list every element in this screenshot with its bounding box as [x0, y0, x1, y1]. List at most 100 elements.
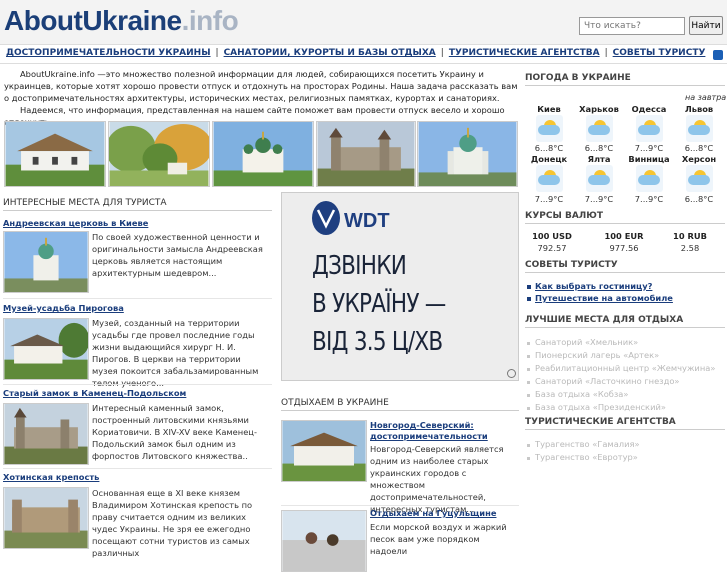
place-image-st-andrew[interactable]	[3, 231, 89, 293]
currency-value: 2.58	[680, 243, 700, 253]
divider	[525, 327, 725, 328]
partly-cloudy-icon	[686, 165, 713, 192]
photo-st-andrew-church[interactable]	[417, 121, 518, 187]
best-place-link[interactable]: Санаторий «Ласточкино гнездо»	[535, 376, 680, 386]
place-image-kamianets-castle[interactable]	[3, 403, 89, 465]
bullet-icon	[527, 444, 530, 447]
place-text: Музей, созданный на территории усадьбы г…	[92, 318, 259, 388]
divider	[3, 298, 272, 299]
place-title-khotyn-fortress[interactable]: Хотинская крепость	[3, 472, 99, 482]
rest-title-hutsul[interactable]: Отдыхаем на Гуцульщине	[370, 508, 496, 518]
place-text: Интересный каменный замок, построенный л…	[92, 403, 257, 461]
best-place-link[interactable]: База отдыха «Кобза»	[535, 389, 628, 399]
currency-value: 977.56	[609, 243, 639, 253]
ad-headline: В УКРАЇНУ —	[312, 289, 446, 319]
place-image-pirogov-museum[interactable]	[3, 318, 89, 380]
rest-title-novgorod[interactable]: Новгород-Северский: достопримечательност…	[370, 420, 510, 442]
weather-city: Ялта	[587, 154, 611, 164]
place-title-st-andrew[interactable]: Андреевская церковь в Киеве	[3, 218, 148, 228]
agencies-title: ТУРИСТИЧЕСКИЕ АГЕНТСТВА	[525, 417, 676, 427]
best-places-title: ЛУЧШИЕ МЕСТА ДЛЯ ОТДЫХА	[525, 315, 684, 325]
rest-section-title: ОТДЫХАЕМ В УКРАИНЕ	[281, 398, 519, 411]
rest-text: Если морской воздух и жаркий песок вам у…	[370, 522, 507, 556]
weather-temp: 6...8°C	[684, 194, 714, 204]
weather-temp: 7...9°C	[584, 194, 614, 204]
tip-link[interactable]: Как выбрать гостиницу?	[535, 281, 652, 291]
place-text: Основанная еще в XI веке князем Владимир…	[92, 488, 253, 558]
partly-cloudy-icon	[636, 165, 663, 192]
ad-headline: ДЗВІНКИ	[312, 251, 407, 281]
photo-monastery[interactable]	[212, 121, 314, 187]
currency-label: 10 RUB	[673, 231, 707, 241]
bullet-icon	[527, 394, 530, 397]
weather-city: Киев	[537, 104, 561, 114]
site-logo[interactable]: AboutUkraine.info	[4, 5, 239, 37]
weather-city: Винница	[628, 154, 670, 164]
partly-cloudy-icon	[586, 165, 613, 192]
currency-value: 792.57	[537, 243, 567, 253]
search-input[interactable]	[579, 17, 685, 35]
tip-link[interactable]: Путешествие на автомобиле	[535, 293, 673, 303]
nav-sanatoriums[interactable]: САНАТОРИИ, КУРОРТЫ И БАЗЫ ОТДЫХА	[224, 48, 436, 58]
rest-image-novgorod[interactable]	[281, 420, 367, 482]
divider	[525, 429, 725, 430]
weather-temp: 6...8°C	[584, 143, 614, 153]
weather-city: Львов	[684, 104, 714, 114]
currency-label: 100 USD	[532, 231, 572, 241]
best-place-link[interactable]: База отдыха «Президенский»	[535, 402, 666, 412]
weather-temp: 7...9°C	[534, 194, 564, 204]
best-place-link[interactable]: Реабилитационный центр «Жемчужина»	[535, 363, 715, 373]
partly-cloudy-icon	[686, 115, 713, 142]
divider	[525, 223, 725, 224]
partly-cloudy-icon	[586, 115, 613, 142]
places-section-title: ИНТЕРЕСНЫЕ МЕСТА ДЛЯ ТУРИСТА	[3, 198, 272, 211]
weather-temp: 6...8°C	[534, 143, 564, 153]
nav-sights[interactable]: ДОСТОПРИМЕЧАТЕЛЬНОСТИ УКРАИНЫ	[6, 48, 211, 58]
divider	[525, 85, 725, 86]
agency-link[interactable]: Турагенство «Гамалия»	[535, 439, 640, 449]
bullet-icon	[527, 342, 530, 345]
weather-tomorrow-label: на завтра	[685, 93, 727, 102]
place-title-kamianets-castle[interactable]: Старый замок в Каменец-Подольском	[3, 388, 186, 398]
partly-cloudy-icon	[536, 115, 563, 142]
currency-label: 100 EUR	[604, 231, 644, 241]
best-place-link[interactable]: Санаторий «Хмельник»	[535, 337, 638, 347]
divider	[3, 384, 272, 385]
weather-temp: 7...9°C	[634, 143, 664, 153]
weather-city: Херсон	[681, 154, 717, 164]
divider	[3, 468, 272, 469]
bullet-icon	[527, 355, 530, 358]
bullet-icon	[527, 457, 530, 460]
photo-strip	[4, 121, 519, 187]
ad-brand: WDT	[344, 210, 390, 232]
divider	[525, 272, 725, 273]
weather-city: Харьков	[579, 104, 619, 114]
place-title-pirogov-museum[interactable]: Музей-усадьба Пирогова	[3, 303, 124, 313]
partly-cloudy-icon	[536, 165, 563, 192]
place-text: По своей художественной ценности и ориги…	[92, 232, 263, 278]
currency-title: КУРСЫ ВАЛЮТ	[525, 211, 603, 221]
place-image-khotyn-fortress[interactable]	[3, 487, 89, 549]
ad-headline: ВІД 3.5 Ц/ХВ	[312, 327, 443, 357]
intro-paragraph: AboutUkraine.info —это множество полезно…	[4, 69, 518, 103]
photo-castle[interactable]	[316, 121, 416, 187]
bullet-icon	[527, 381, 530, 384]
weather-title: ПОГОДА В УКРАИНЕ	[525, 73, 631, 83]
ad-banner[interactable]: WDT ДЗВІНКИ В УКРАЇНУ — ВІД 3.5 Ц/ХВ	[281, 192, 519, 381]
photo-white-building[interactable]	[4, 121, 106, 187]
search-button[interactable]: Найти	[689, 16, 723, 35]
bullet-icon	[527, 407, 530, 410]
photo-park-trees[interactable]	[108, 121, 210, 187]
wdt-logo-icon	[312, 201, 340, 235]
partly-cloudy-icon	[636, 115, 663, 142]
ad-info-icon[interactable]	[507, 369, 516, 378]
intro-text: AboutUkraine.info —это множество полезно…	[4, 68, 518, 128]
rest-image-hutsul[interactable]	[281, 510, 367, 572]
nav-tips[interactable]: СОВЕТЫ ТУРИСТУ	[613, 48, 706, 58]
agency-link[interactable]: Турагенство «Евротур»	[535, 452, 638, 462]
rss-icon[interactable]	[713, 50, 723, 60]
weather-temp: 7...9°C	[634, 194, 664, 204]
weather-temp: 6...8°C	[684, 143, 714, 153]
nav-agencies[interactable]: ТУРИСТИЧЕСКИЕ АГЕНТСТВА	[449, 48, 600, 58]
best-place-link[interactable]: Пионерский лагерь «Артек»	[535, 350, 659, 360]
